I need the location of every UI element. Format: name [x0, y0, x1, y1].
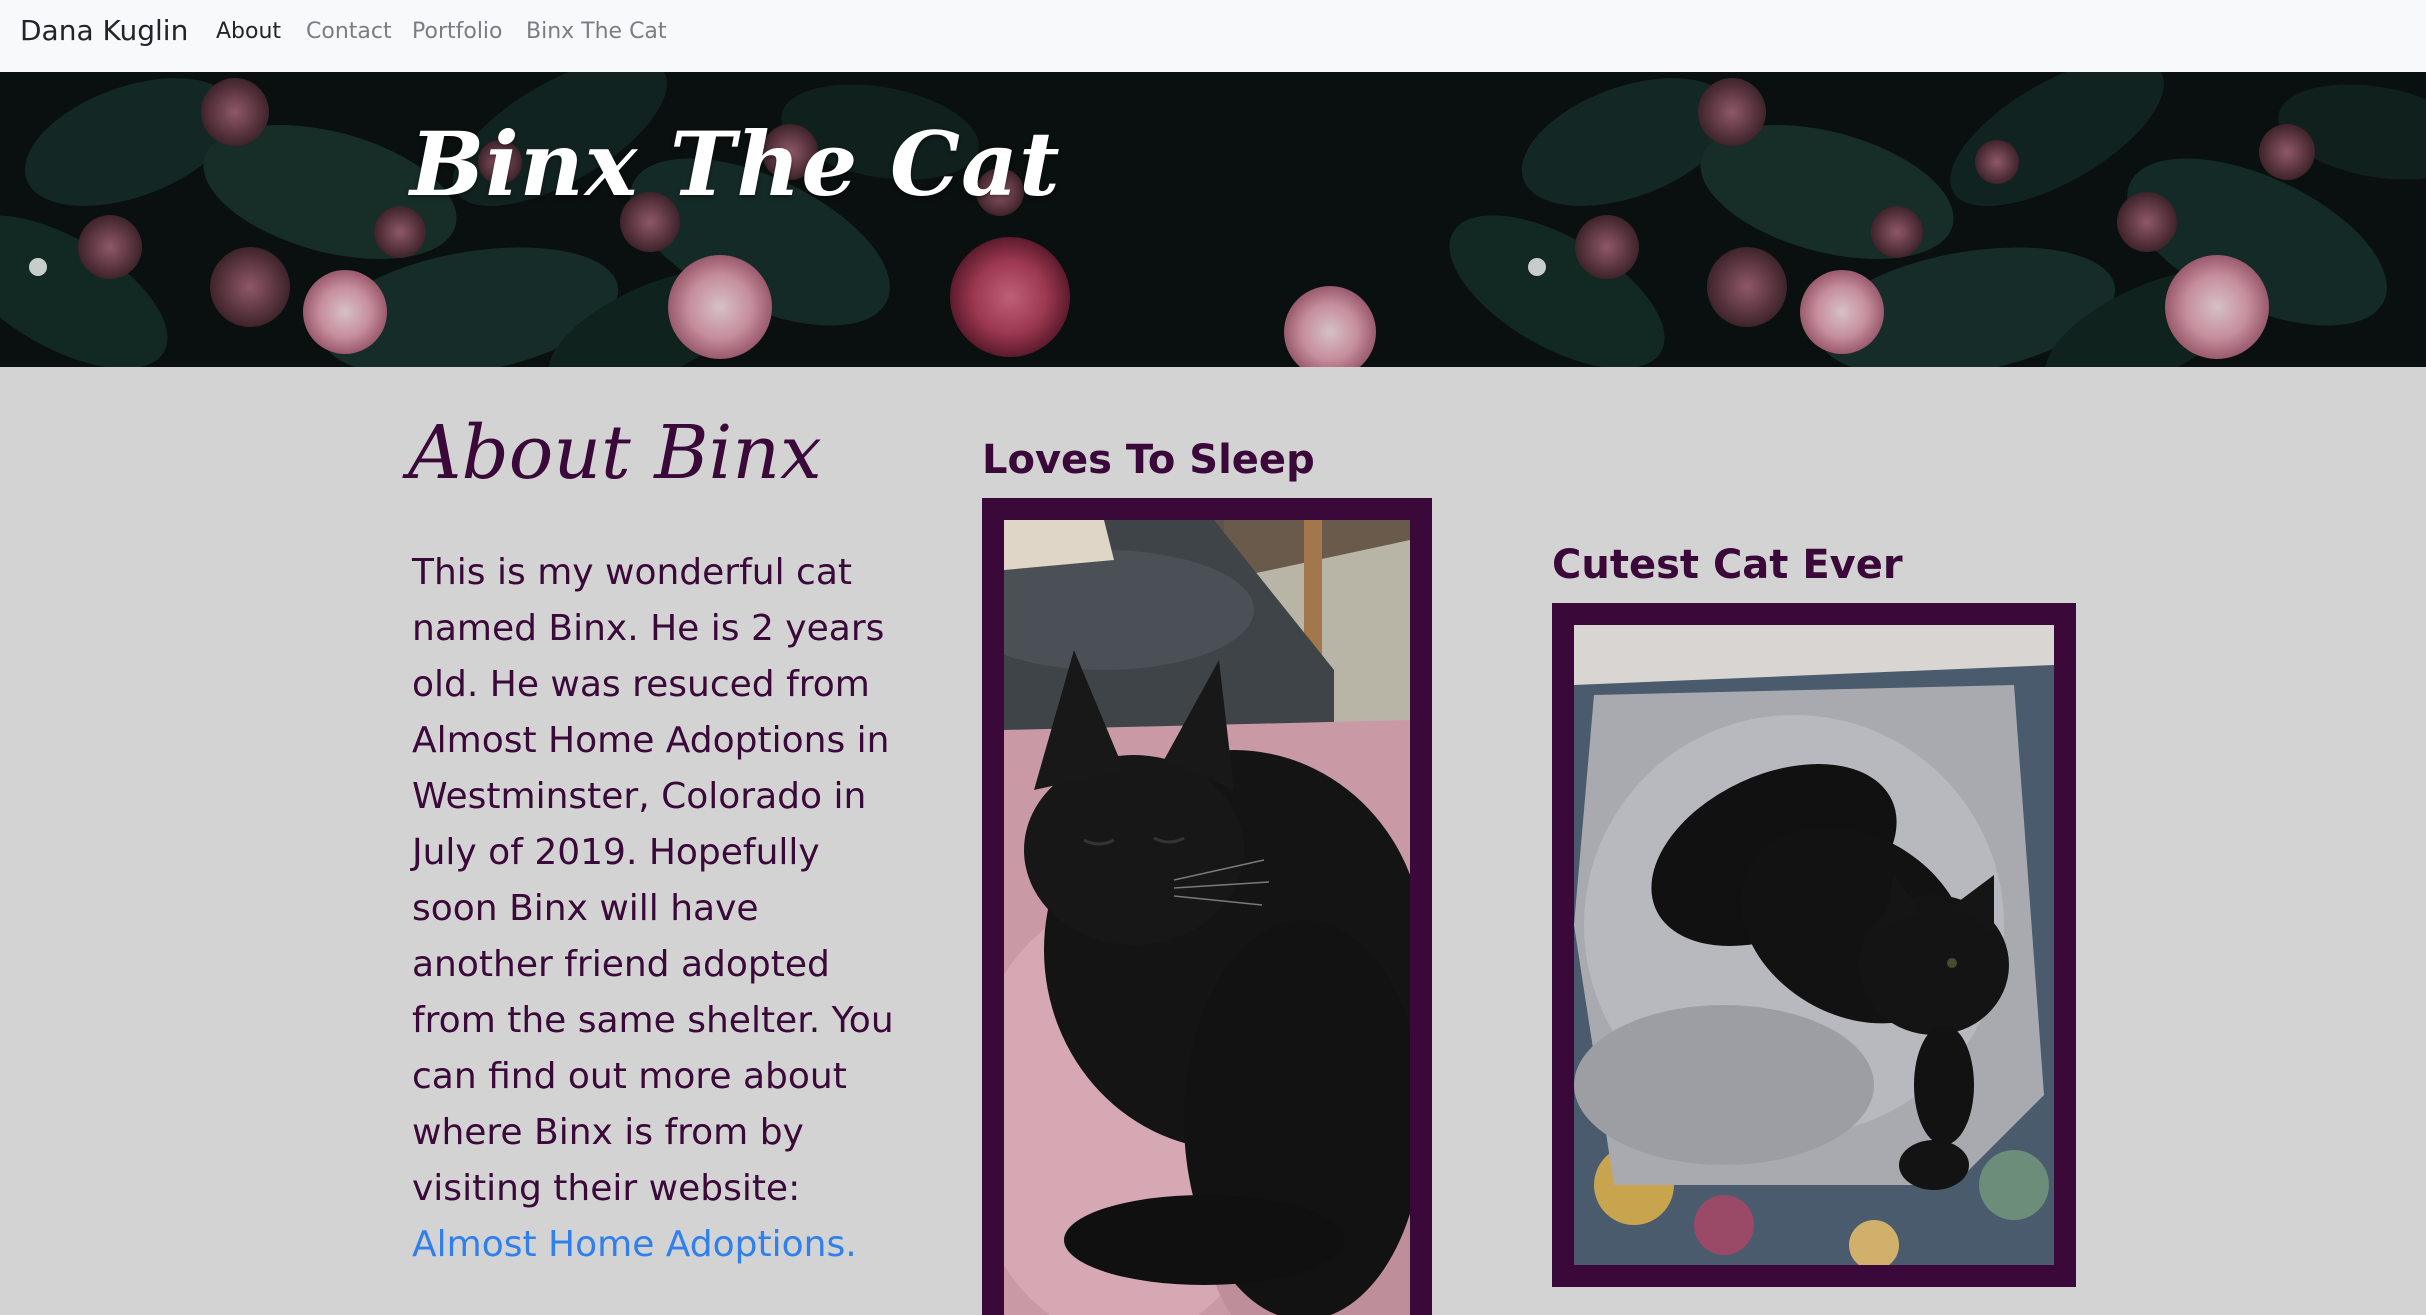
about-body: This is my wonderful cat named Binx. He … — [412, 545, 902, 1273]
photo-frame-loves-to-sleep — [982, 498, 1432, 1315]
hero-banner: Binx The Cat — [0, 72, 2426, 367]
sleeping-cat-photo — [1004, 520, 1410, 1315]
cute-cat-photo — [1574, 625, 2054, 1265]
photo-title-loves-to-sleep: Loves To Sleep — [982, 437, 1315, 483]
brand-link[interactable]: Dana Kuglin — [20, 14, 188, 47]
about-heading: About Binx — [408, 410, 822, 496]
hero-title: Binx The Cat — [410, 112, 1061, 216]
navbar: Dana Kuglin About Contact Portfolio Binx… — [0, 0, 2426, 72]
nav-link-portfolio[interactable]: Portfolio — [412, 19, 503, 44]
photo-frame-cutest-cat-ever — [1552, 603, 2076, 1287]
about-body-text: This is my wonderful cat named Binx. He … — [412, 552, 894, 1209]
flower-background-image — [0, 72, 2426, 367]
nav-link-contact[interactable]: Contact — [306, 19, 392, 44]
nav-link-binx-the-cat[interactable]: Binx The Cat — [526, 19, 667, 44]
photo-title-cutest-cat-ever: Cutest Cat Ever — [1552, 542, 1903, 588]
almost-home-adoptions-link[interactable]: Almost Home Adoptions. — [412, 1224, 857, 1265]
nav-link-about[interactable]: About — [216, 19, 281, 44]
